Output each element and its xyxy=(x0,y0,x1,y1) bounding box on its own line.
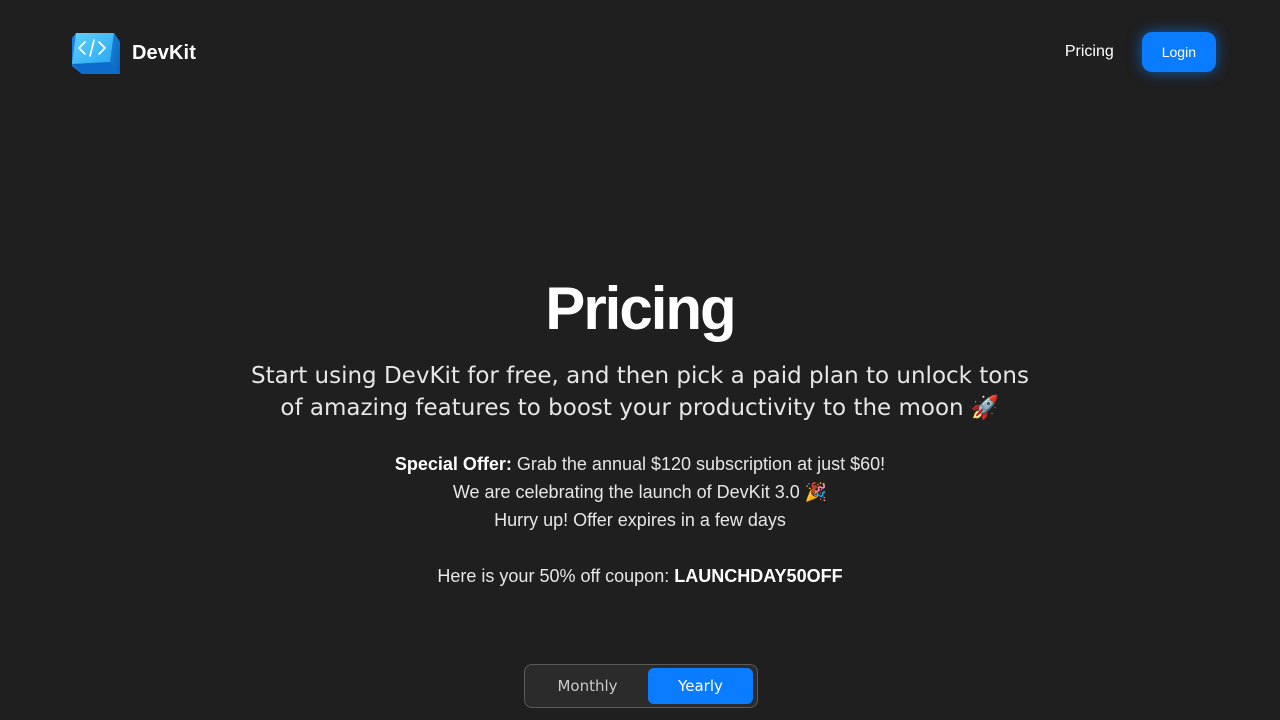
pricing-subtitle: Start using DevKit for free, and then pi… xyxy=(251,363,1029,421)
site-header: DevKit Pricing Login xyxy=(0,0,1280,104)
coupon-code: LAUNCHDAY50OFF xyxy=(674,566,843,586)
pricing-hero: Pricing Start using DevKit for free, and… xyxy=(0,270,1280,590)
nav-link-pricing[interactable]: Pricing xyxy=(1065,43,1114,61)
billing-period-toggle: Monthly Yearly xyxy=(524,664,758,708)
coupon-prefix: Here is your 50% off coupon: xyxy=(437,566,675,586)
special-offer: Special Offer: Grab the annual $120 subs… xyxy=(0,450,1280,534)
offer-label: Special Offer: xyxy=(394,454,512,474)
toggle-monthly[interactable]: Monthly xyxy=(527,668,648,704)
coupon-line: Here is your 50% off coupon: LAUNCHDAY50… xyxy=(0,562,1280,590)
toggle-yearly[interactable]: Yearly xyxy=(648,668,753,704)
top-nav: Pricing Login xyxy=(1065,32,1216,72)
code-cube-icon xyxy=(72,33,120,74)
offer-text: Grab the annual $120 subscription at jus… xyxy=(511,454,886,474)
brand-name: DevKit xyxy=(132,41,196,64)
page-title: Pricing xyxy=(545,275,736,342)
offer-line-3: Hurry up! Offer expires in a few days xyxy=(494,510,786,530)
offer-line-1: Special Offer: Grab the annual $120 subs… xyxy=(0,450,1280,478)
offer-line-2: We are celebrating the launch of DevKit … xyxy=(452,482,828,502)
brand-link[interactable]: DevKit xyxy=(70,30,196,76)
login-button[interactable]: Login xyxy=(1141,32,1216,72)
pricing-page: DevKit Pricing Login Pricing Start using… xyxy=(0,0,1280,720)
